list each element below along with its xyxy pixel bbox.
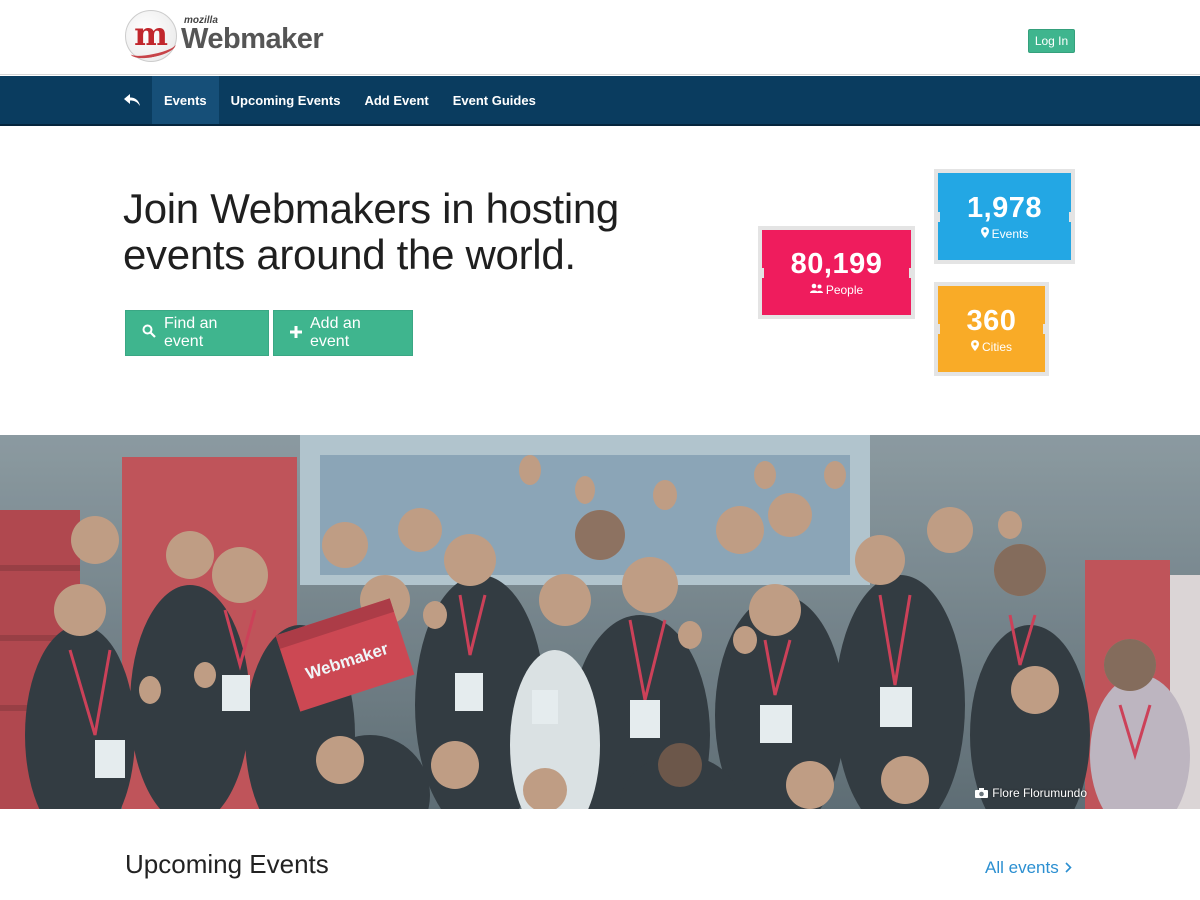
people-label: People <box>825 283 864 297</box>
events-count: 1,978 <box>966 192 1043 224</box>
group-photo: Webmaker Flore Florumundo <box>0 435 1200 809</box>
plus-icon <box>290 325 302 342</box>
search-icon <box>142 324 156 342</box>
hero-title: Join Webmakers in hosting events around … <box>123 185 619 278</box>
people-count: 80,199 <box>790 248 883 280</box>
find-event-label: Find an event <box>164 315 218 350</box>
all-events-link[interactable]: All events <box>985 858 1072 878</box>
nav-item-events[interactable]: Events <box>152 76 219 124</box>
chevron-right-icon <box>1065 858 1072 878</box>
nav-item-event-guides[interactable]: Event Guides <box>441 76 548 124</box>
all-events-label: All events <box>985 858 1059 877</box>
cities-count: 360 <box>966 304 1017 337</box>
stat-people: 80,199 People <box>758 226 915 319</box>
stat-cities: 360 Cities <box>934 282 1049 376</box>
login-button[interactable]: Log In <box>1028 29 1075 53</box>
stat-events: 1,978 Events <box>934 169 1075 264</box>
map-marker-icon <box>970 339 979 354</box>
webmaker-logo[interactable]: m mozilla Webmaker <box>125 10 324 62</box>
webmaker-logo-mark: m <box>125 10 178 62</box>
top-header: m mozilla Webmaker Log In <box>0 0 1200 75</box>
photo-credit-name: Flore Florumundo <box>992 786 1087 800</box>
add-event-button[interactable]: Add an event <box>273 310 413 356</box>
map-marker-icon <box>980 227 989 241</box>
brand-name: Webmaker <box>181 22 324 55</box>
users-icon <box>809 283 823 297</box>
add-event-label: Add an event <box>310 315 361 350</box>
upcoming-events-title: Upcoming Events <box>125 849 329 879</box>
back-arrow-icon[interactable] <box>112 76 152 124</box>
photo-credit: Flore Florumundo <box>975 786 1087 800</box>
cities-label: Cities <box>981 339 1012 354</box>
main-nav: Events Upcoming Events Add Event Event G… <box>0 76 1200 126</box>
find-event-button[interactable]: Find an event <box>125 310 269 356</box>
nav-item-add-event[interactable]: Add Event <box>352 76 440 124</box>
nav-item-upcoming-events[interactable]: Upcoming Events <box>219 76 353 124</box>
camera-icon <box>975 788 989 798</box>
brand-small: mozilla <box>184 14 218 26</box>
events-label: Events <box>991 227 1029 241</box>
